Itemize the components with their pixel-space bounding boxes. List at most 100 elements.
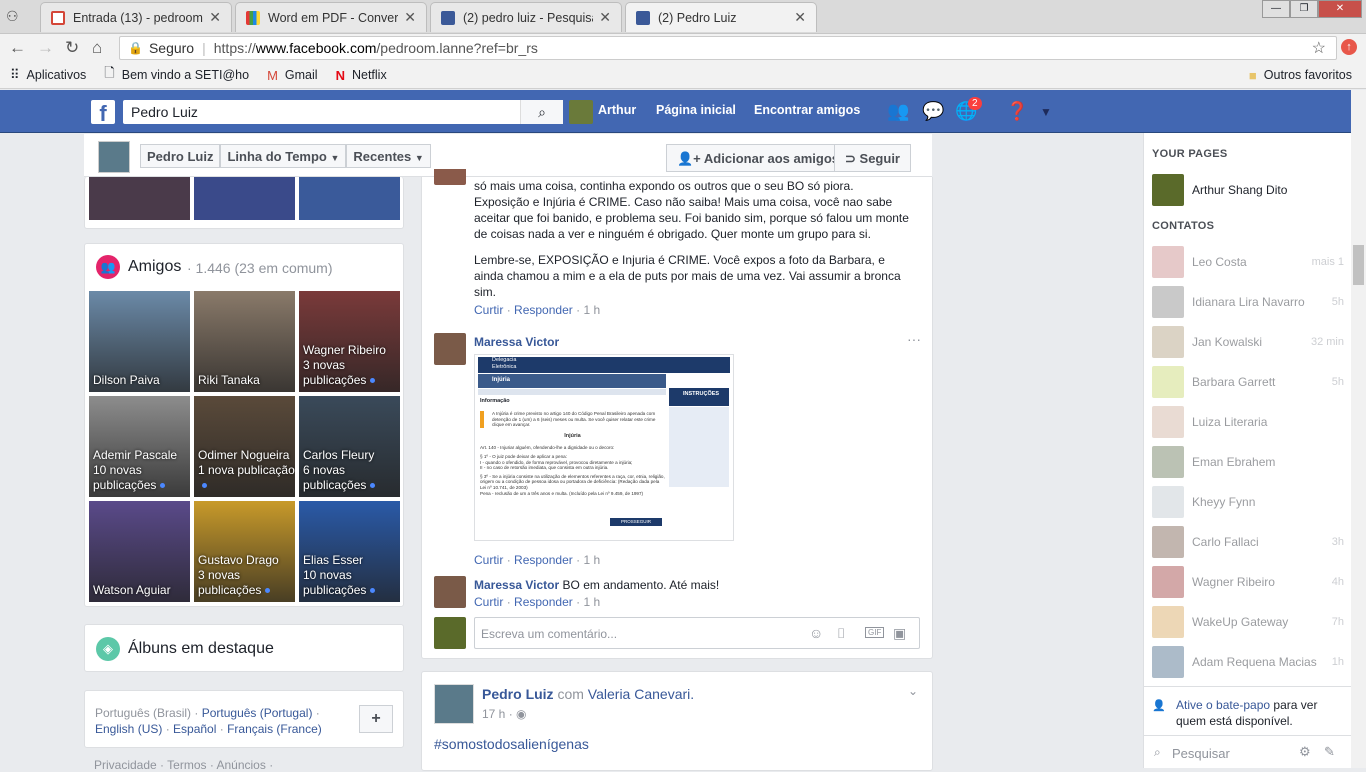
like-link[interactable]: Curtir [474, 553, 503, 567]
contact-item[interactable]: Idianara Lira Navarro 5h [1152, 286, 1344, 318]
friends-title[interactable]: Amigos [128, 258, 181, 276]
close-icon[interactable]: ✕ [209, 9, 221, 26]
compose-icon[interactable]: ✎ [1324, 744, 1335, 760]
friend-requests-icon[interactable]: 👥 [887, 101, 909, 122]
back-icon[interactable]: ← [9, 38, 26, 58]
contact-item[interactable]: Leo Costa mais 1 [1152, 246, 1344, 278]
messenger-icon[interactable]: 💬 [922, 101, 944, 122]
friend-tile[interactable]: Wagner Ribeiro 3 novas publicações [299, 291, 400, 392]
friend-tile[interactable]: Watson Aguiar [89, 501, 190, 602]
add-friend-button[interactable]: 👤+ Adicionar aos amigos [666, 144, 851, 172]
avatar[interactable] [434, 684, 474, 724]
contact-item[interactable]: WakeUp Gateway 7h [1152, 606, 1344, 638]
avatar[interactable] [569, 100, 593, 124]
avatar[interactable] [98, 141, 130, 173]
emoji-icon[interactable]: ☺ [809, 625, 823, 641]
close-icon[interactable]: ✕ [404, 9, 416, 26]
contact-item[interactable]: Barbara Garrett 5h [1152, 366, 1344, 398]
friend-name[interactable]: Gustavo Drago [198, 553, 295, 568]
scrollbar-thumb[interactable] [1353, 245, 1364, 285]
bookmark-apps[interactable]: ⠿ Aplicativos [10, 67, 86, 83]
close-icon[interactable]: ✕ [794, 9, 806, 26]
reply-link[interactable]: Responder [514, 303, 573, 317]
lang-en-us[interactable]: English (US) [95, 722, 162, 736]
friend-name[interactable]: Elias Esser [303, 553, 400, 568]
contact-item[interactable]: Jan Kowalski 32 min [1152, 326, 1344, 358]
window-close-button[interactable]: ✕ [1318, 0, 1362, 18]
contact-item[interactable]: Luiza Literaria [1152, 406, 1344, 438]
like-link[interactable]: Curtir [474, 595, 503, 609]
photo-thumbnail[interactable] [194, 177, 295, 220]
tab-fb-profile[interactable]: (2) Pedro Luiz ✕ [625, 2, 817, 32]
bookmark-gmail[interactable]: M Gmail [267, 68, 318, 83]
help-icon[interactable]: ❓ [1006, 101, 1028, 122]
gear-icon[interactable]: ⚙ [1299, 744, 1311, 760]
tab-fb-search[interactable]: (2) pedro luiz - Pesquisa ✕ [430, 2, 622, 32]
activate-chat-link[interactable]: Ative o bate-papo [1176, 698, 1270, 712]
tab-gmail[interactable]: Entrada (13) - pedroom@ ✕ [40, 2, 232, 32]
gif-icon[interactable]: GIF [865, 627, 885, 638]
contact-item[interactable]: Adam Requena Macias 1h [1152, 646, 1344, 678]
tagged-user[interactable]: Valeria Canevari. [588, 686, 694, 702]
search-icon[interactable]: ⌕ [520, 100, 563, 124]
friend-tile[interactable]: Ademir Pascale 10 novas publicações [89, 396, 190, 497]
avatar[interactable] [434, 576, 466, 608]
fb-search-input[interactable]: Pedro Luiz [123, 100, 563, 124]
nav-find-friends[interactable]: Encontrar amigos [754, 103, 860, 117]
hashtag-link[interactable]: #somostodosalienígenas [434, 736, 589, 752]
bookmark-other[interactable]: ■ Outros favoritos [1249, 68, 1352, 83]
photo-thumbnail[interactable] [89, 177, 190, 220]
reply-link[interactable]: Responder [514, 553, 573, 567]
friend-tile[interactable]: Riki Tanaka [194, 291, 295, 392]
comment-input[interactable]: Escreva um comentário... ☺ ⌷ GIF ▣ [474, 617, 920, 649]
maximize-button[interactable]: ❐ [1290, 0, 1318, 18]
friend-tile[interactable]: Elias Esser 10 novas publicações [299, 501, 400, 602]
comment-image[interactable]: Delegacia Eletrônica Injúria Informação A… [474, 354, 734, 541]
chat-search-input[interactable]: Pesquisar [1172, 746, 1230, 761]
add-language-button[interactable]: + [359, 705, 393, 733]
friend-name[interactable]: Watson Aguiar [93, 583, 171, 598]
facebook-logo-icon[interactable]: f [91, 100, 115, 126]
albums-title[interactable]: Álbuns em destaque [128, 640, 274, 658]
bookmark-seti[interactable]: 🗋 Bem vindo a SETI@ho [104, 64, 249, 86]
comment-author[interactable]: Maressa Victor [474, 578, 559, 592]
friend-tile[interactable]: Carlos Fleury 6 novas publicações [299, 396, 400, 497]
chevron-down-icon[interactable]: ⌄ [908, 684, 918, 698]
nav-home[interactable]: Página inicial [656, 103, 736, 117]
more-options-icon[interactable]: ··· [907, 331, 921, 347]
contact-item[interactable]: Carlo Fallaci 3h [1152, 526, 1344, 558]
contact-item[interactable]: Eman Ebrahem [1152, 446, 1344, 478]
address-bar[interactable]: 🔒 Seguro | https://www.facebook.com/pedr… [119, 36, 1337, 60]
friend-tile[interactable]: Gustavo Drago 3 novas publicações [194, 501, 295, 602]
timeline-dropdown[interactable]: Linha do Tempo ▼ [220, 144, 347, 168]
reload-icon[interactable]: ↻ [65, 38, 79, 58]
comment-author[interactable]: Maressa Victor [474, 335, 559, 349]
profile-name-link[interactable]: Pedro Luiz [140, 144, 221, 168]
tab-word-pdf[interactable]: Word em PDF - Converte ✕ [235, 2, 427, 32]
minimize-button[interactable]: — [1262, 0, 1290, 18]
post-author[interactable]: Pedro Luiz [482, 686, 554, 702]
contact-item[interactable]: Kheyy Fynn [1152, 486, 1344, 518]
reply-link[interactable]: Responder [514, 595, 573, 609]
lang-pt-pt[interactable]: Português (Portugal) [202, 706, 313, 720]
sticker-icon[interactable]: ▣ [893, 625, 906, 642]
bookmark-netflix[interactable]: N Netflix [336, 68, 387, 83]
home-icon[interactable]: ⌂ [92, 38, 102, 58]
forward-icon[interactable]: → [37, 38, 54, 58]
close-icon[interactable]: ✕ [599, 9, 611, 26]
star-icon[interactable]: ☆ [1312, 38, 1326, 58]
page-item[interactable]: Arthur Shang Dito [1152, 174, 1287, 206]
lang-es[interactable]: Español [173, 722, 216, 736]
nav-profile[interactable]: Arthur [598, 103, 636, 117]
chevron-down-icon[interactable]: ▼ [1040, 105, 1052, 119]
follow-button[interactable]: ⊃ Seguir [834, 144, 911, 172]
like-link[interactable]: Curtir [474, 303, 503, 317]
friend-name[interactable]: Odimer Nogueira [198, 448, 295, 463]
friend-tile[interactable]: Odimer Nogueira 1 nova publicação [194, 396, 295, 497]
footer-links[interactable]: Privacidade · Termos · Anúncios · [94, 758, 273, 772]
friend-name[interactable]: Carlos Fleury [303, 448, 400, 463]
friend-name[interactable]: Wagner Ribeiro [303, 343, 400, 358]
recent-dropdown[interactable]: Recentes ▼ [346, 144, 431, 168]
scrollbar[interactable] [1351, 90, 1366, 768]
contact-item[interactable]: Wagner Ribeiro 4h [1152, 566, 1344, 598]
